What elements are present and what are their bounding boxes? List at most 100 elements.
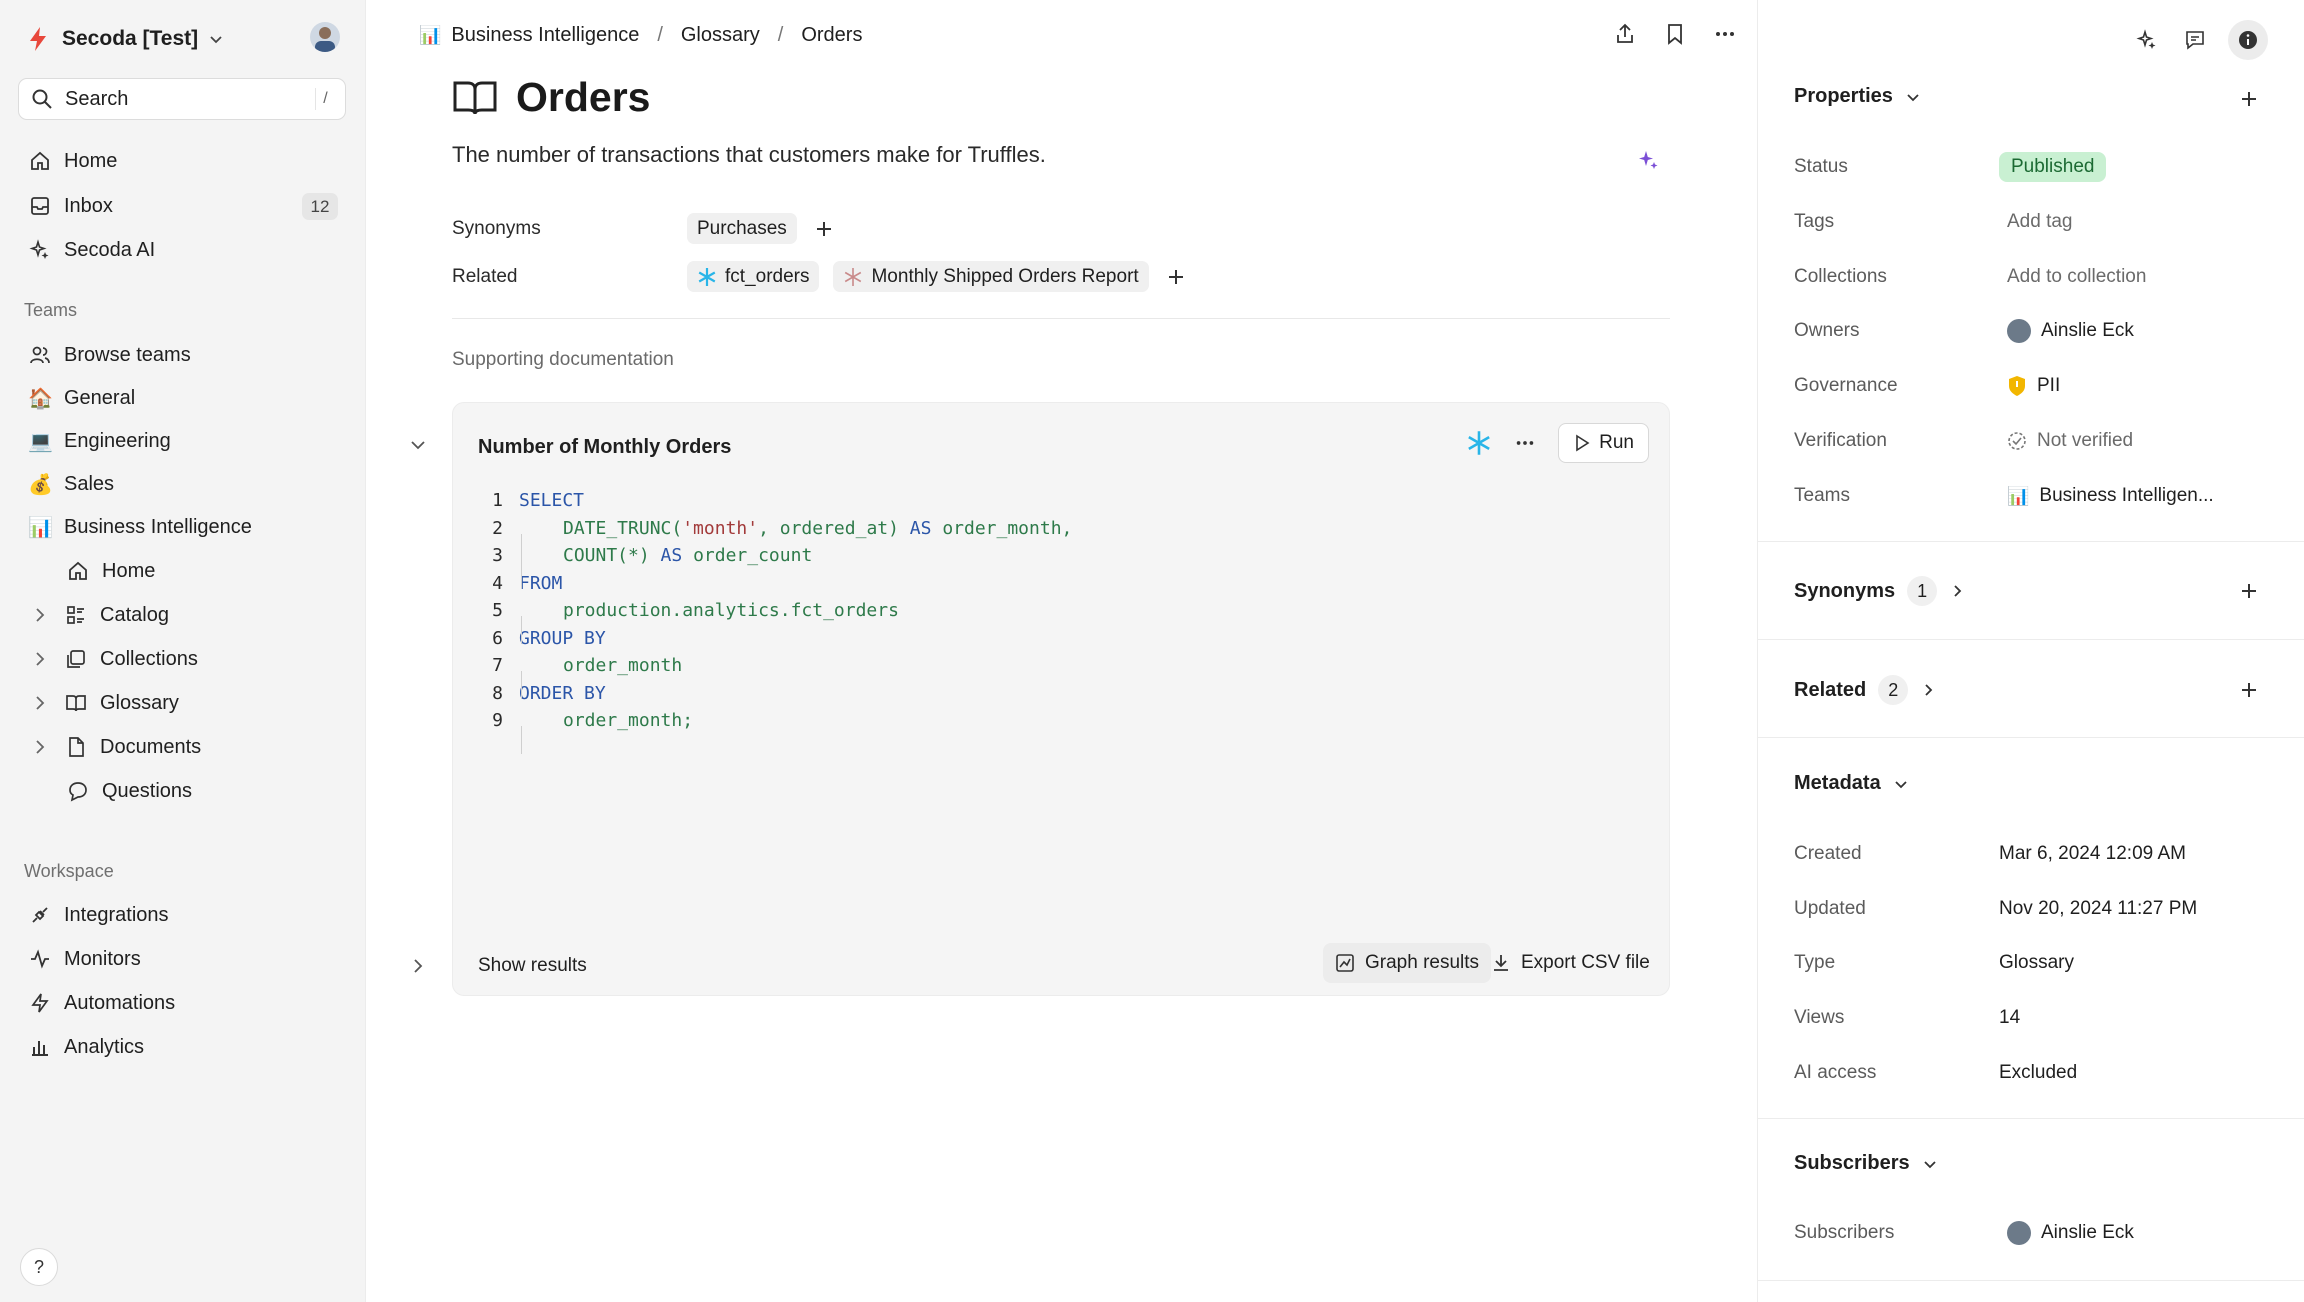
share-icon[interactable]: [1611, 20, 1639, 48]
user-avatar[interactable]: [310, 22, 340, 52]
snowflake-icon: [697, 267, 717, 287]
team-engineering[interactable]: 💻 Engineering: [18, 421, 348, 461]
code-line[interactable]: 5 production.analytics.fct_orders: [475, 597, 1072, 644]
breadcrumb-glossary[interactable]: Glossary: [681, 24, 760, 47]
add-property-icon[interactable]: [2235, 85, 2263, 113]
bi-glossary[interactable]: Glossary: [28, 683, 179, 723]
code-token: AS: [660, 545, 683, 566]
sql-editor[interactable]: 1 SELECT 2 DATE_TRUNC('month', ordered_at) …: [475, 487, 1072, 754]
bi-documents[interactable]: Documents: [28, 727, 201, 767]
nav-inbox[interactable]: Inbox 12: [18, 186, 348, 226]
divider: [1758, 737, 2304, 738]
chevron-down-icon[interactable]: [407, 434, 429, 456]
workspace-switcher[interactable]: Secoda [Test]: [24, 20, 224, 58]
type-row: Type Glossary: [1794, 948, 2274, 978]
bi-collections[interactable]: Collections: [28, 639, 198, 679]
ai-sparkles-icon[interactable]: [2132, 25, 2162, 55]
bi-questions[interactable]: Questions: [66, 771, 192, 811]
add-synonym-icon[interactable]: [2235, 577, 2263, 605]
chevron-right-icon[interactable]: [28, 735, 52, 759]
nav-secoda-ai[interactable]: Secoda AI: [18, 230, 348, 270]
related-chip-report[interactable]: Monthly Shipped Orders Report: [833, 261, 1149, 292]
collections-row: Collections Add to collection: [1794, 262, 2274, 292]
help-button[interactable]: ?: [20, 1248, 58, 1286]
breadcrumb-team[interactable]: Business Intelligence: [451, 24, 639, 47]
ai-access-value[interactable]: Excluded: [1999, 1062, 2077, 1084]
more-horizontal-icon[interactable]: [1514, 432, 1536, 454]
subscriber-name: Ainslie Eck: [2041, 1222, 2134, 1243]
related-section-header[interactable]: Related 2: [1794, 675, 1936, 705]
code-line[interactable]: 2 DATE_TRUNC('month', ordered_at) AS orde…: [475, 515, 1072, 561]
owner-value[interactable]: Ainslie Eck: [1999, 319, 2134, 343]
subscribers-header[interactable]: Subscribers: [1794, 1152, 1938, 1175]
page-description[interactable]: The number of transactions that customer…: [452, 142, 1046, 168]
add-related-button[interactable]: [1163, 264, 1189, 290]
chevron-right-icon[interactable]: [28, 647, 52, 671]
bi-home[interactable]: Home: [66, 551, 155, 591]
code-line[interactable]: 7 order_month: [475, 652, 1072, 699]
add-tag-button[interactable]: Add tag: [1999, 211, 2073, 233]
inbox-icon: [28, 194, 52, 218]
chevron-right-icon[interactable]: [28, 603, 52, 627]
properties-header[interactable]: Properties: [1794, 85, 1921, 108]
graph-results-button[interactable]: Graph results: [1323, 943, 1492, 983]
team-general[interactable]: 🏠 General: [18, 378, 348, 418]
snowflake-icon[interactable]: [1466, 430, 1492, 456]
breadcrumb-current[interactable]: Orders: [801, 24, 862, 47]
export-csv-button[interactable]: Export CSV file: [1483, 943, 1658, 983]
export-csv-label: Export CSV file: [1521, 952, 1650, 973]
synonyms-section-header[interactable]: Synonyms 1: [1794, 576, 1965, 606]
subscriber-value[interactable]: Ainslie Eck: [1999, 1221, 2134, 1245]
governance-value[interactable]: PII: [1999, 375, 2060, 397]
code-line[interactable]: 9 order_month;: [475, 707, 1072, 754]
home-icon: [66, 559, 90, 583]
add-related-icon[interactable]: [2235, 676, 2263, 704]
verification-value[interactable]: Not verified: [1999, 430, 2133, 452]
nav-home[interactable]: Home: [18, 141, 348, 181]
ai-sparkles-icon[interactable]: [1634, 146, 1662, 174]
nav-browse-teams[interactable]: Browse teams: [18, 335, 348, 375]
chevron-right-icon[interactable]: [407, 955, 429, 977]
show-results-toggle[interactable]: Show results: [478, 955, 587, 977]
comment-icon[interactable]: [2180, 25, 2210, 55]
nav-monitors[interactable]: Monitors: [18, 939, 348, 979]
more-horizontal-icon[interactable]: [1711, 20, 1739, 48]
bar-chart-icon: [28, 1035, 52, 1059]
bookmark-icon[interactable]: [1661, 20, 1689, 48]
nav-home-label: Home: [64, 149, 118, 172]
page-title-text[interactable]: Orders: [516, 74, 650, 121]
nav-analytics[interactable]: Analytics: [18, 1027, 348, 1067]
code-text: FROM: [519, 570, 562, 598]
metadata-header[interactable]: Metadata: [1794, 772, 1909, 795]
synonym-chip[interactable]: Purchases: [687, 213, 797, 244]
info-icon[interactable]: [2228, 20, 2268, 60]
team-name: Business Intelligen...: [2039, 485, 2214, 506]
run-button[interactable]: Run: [1558, 423, 1649, 463]
code-line[interactable]: 3 COUNT(*) AS order_count: [475, 542, 1072, 589]
subscribers-title: Subscribers: [1794, 1152, 1910, 1174]
teams-value[interactable]: 📊 Business Intelligen...: [1999, 485, 2214, 507]
graph-results-label: Graph results: [1365, 952, 1480, 973]
nav-automations[interactable]: Automations: [18, 983, 348, 1023]
search-input-wrapper[interactable]: /: [18, 78, 346, 120]
code-line[interactable]: 1 SELECT: [475, 487, 1072, 515]
breadcrumb: 📊 Business Intelligence / Glossary / Ord…: [419, 24, 862, 47]
status-value[interactable]: Published: [1999, 152, 2107, 182]
catalog-icon: [64, 603, 88, 627]
chevron-right-icon[interactable]: [28, 691, 52, 715]
nav-integrations[interactable]: Integrations: [18, 895, 348, 935]
search-input[interactable]: [65, 87, 285, 111]
status-badge: Published: [1999, 152, 2107, 182]
team-sales[interactable]: 💰 Sales: [18, 464, 348, 504]
updated-value: Nov 20, 2024 11:27 PM: [1999, 898, 2198, 919]
bi-catalog[interactable]: Catalog: [28, 595, 169, 635]
code-line[interactable]: 4 FROM: [475, 570, 1072, 598]
query-title[interactable]: Number of Monthly Orders: [478, 436, 731, 459]
add-synonym-button[interactable]: [811, 216, 837, 242]
add-collection-button[interactable]: Add to collection: [1999, 266, 2146, 288]
team-business-intelligence[interactable]: 📊 Business Intelligence: [18, 507, 348, 547]
search-shortcut: /: [315, 88, 335, 110]
related-chip-fct-orders[interactable]: fct_orders: [687, 261, 820, 292]
code-line[interactable]: 8 ORDER BY: [475, 680, 1072, 708]
code-line[interactable]: 6 GROUP BY: [475, 625, 1072, 653]
